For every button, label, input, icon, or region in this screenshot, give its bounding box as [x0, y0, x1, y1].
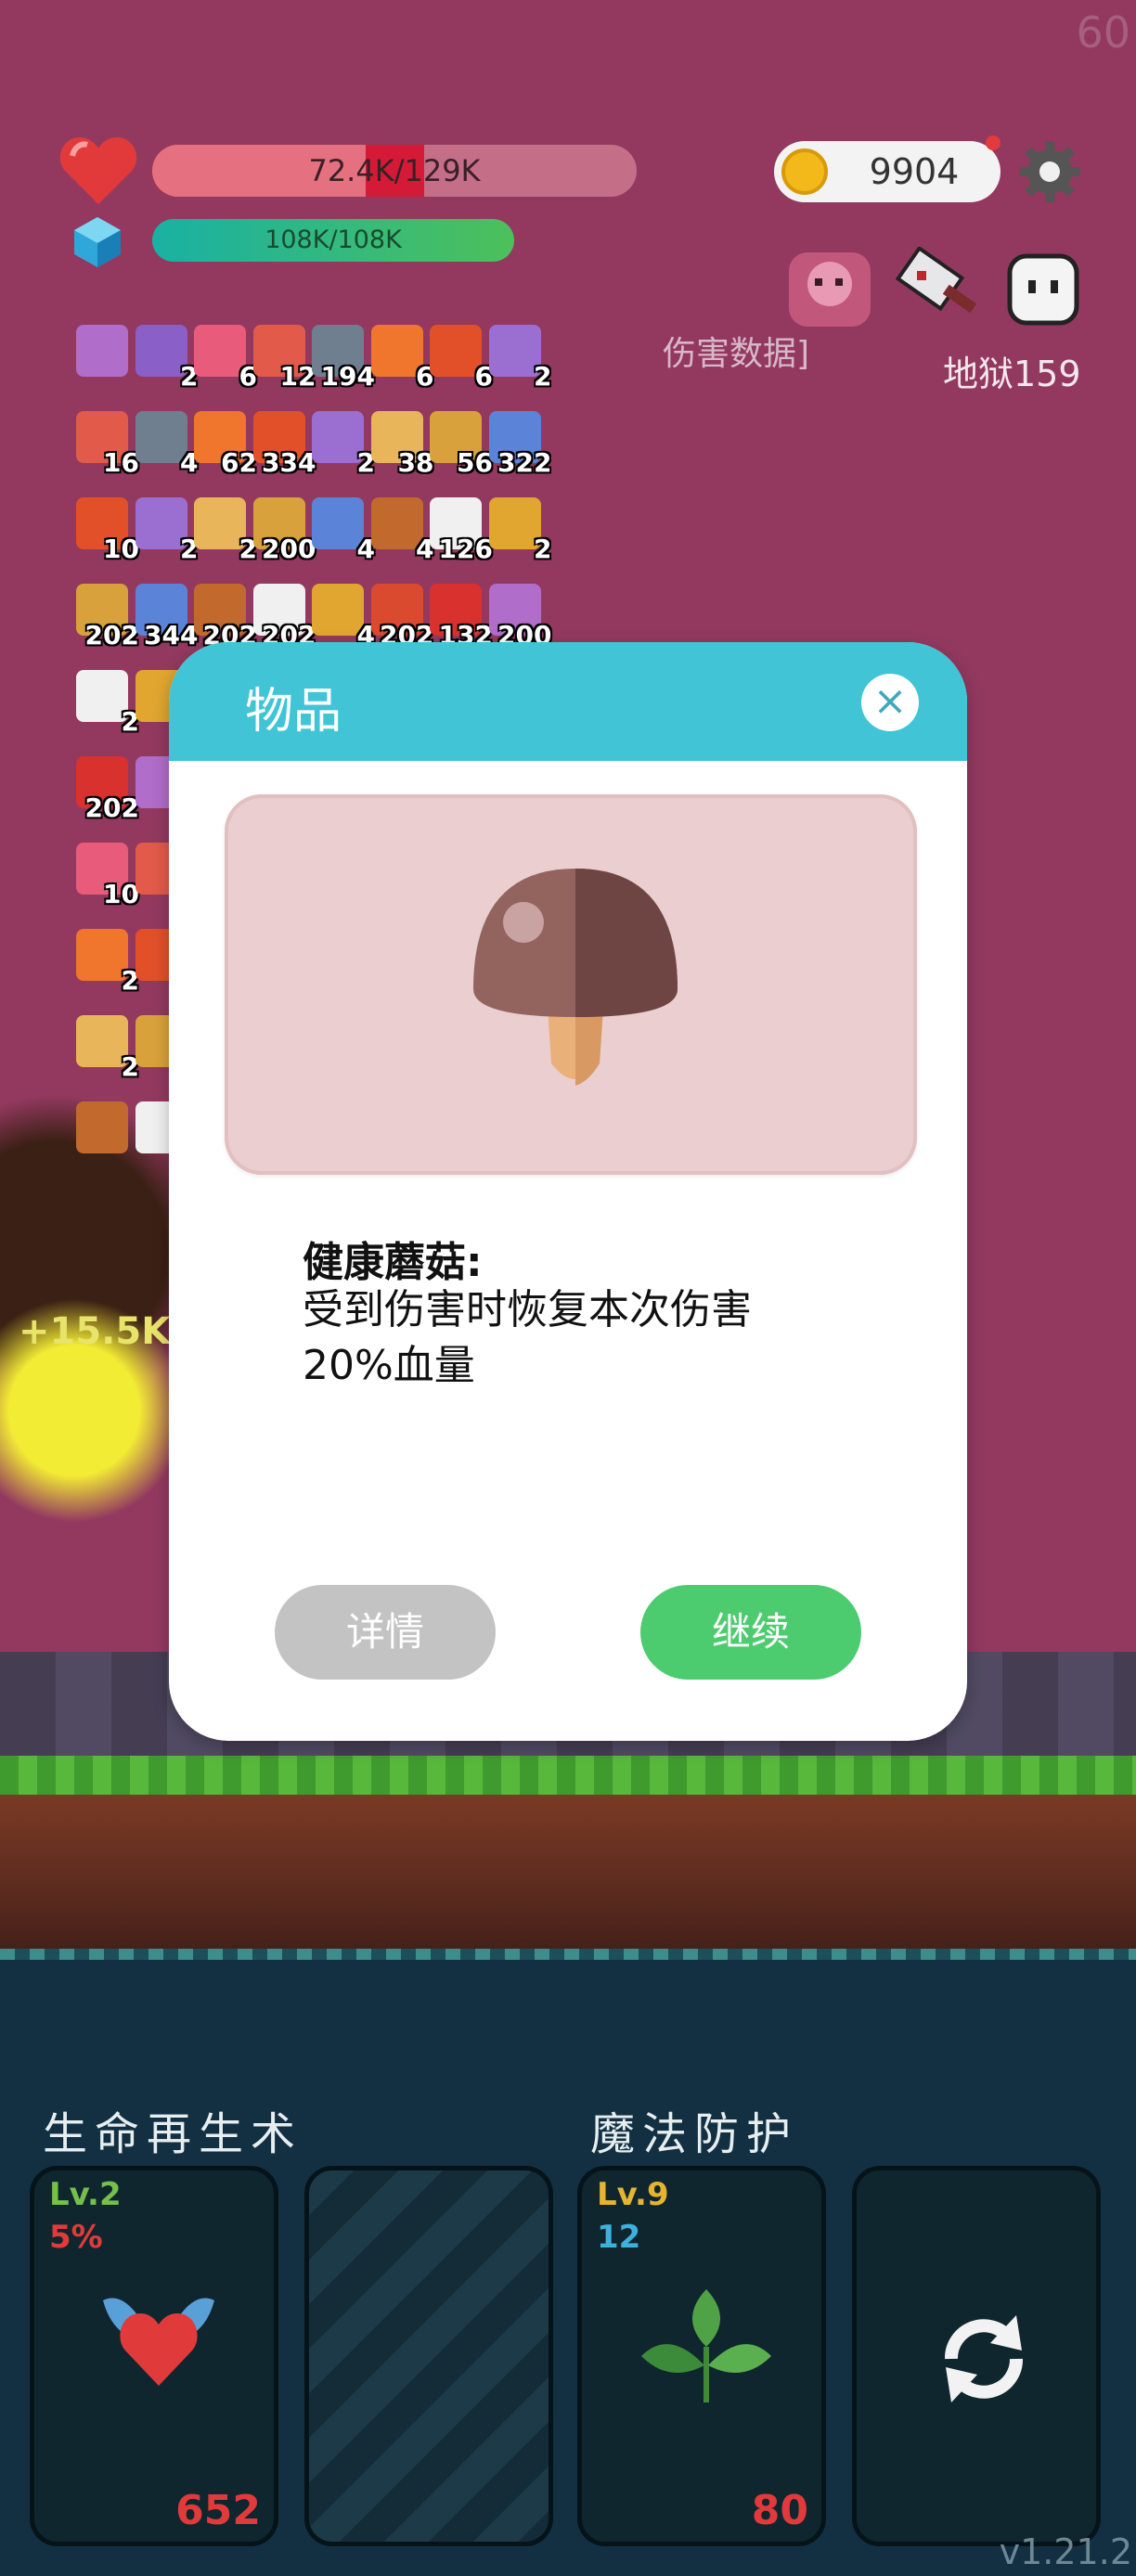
ghost-icon	[1007, 253, 1079, 326]
inventory-slot[interactable]: 6	[190, 321, 257, 392]
grass-strip	[0, 1756, 1136, 1795]
inventory-slot[interactable]: 2	[485, 494, 552, 564]
purple-monster-icon	[76, 1101, 128, 1153]
inventory-slot[interactable]: 194	[308, 321, 375, 392]
inventory-slot[interactable]: 10	[72, 839, 139, 909]
item-count: 2	[534, 534, 552, 564]
mana-bar: 108K/108K	[152, 219, 514, 262]
inventory-slot[interactable]	[72, 1098, 134, 1159]
version-label: v1.21.2	[999, 2531, 1132, 2572]
inventory-slot[interactable]: 202	[190, 580, 257, 650]
inventory-slot[interactable]: 16	[72, 407, 139, 478]
mana-text: 108K/108K	[265, 225, 402, 254]
continue-button[interactable]: 继续	[640, 1585, 861, 1680]
skill-stat: 12	[597, 2219, 641, 2256]
inventory-slot[interactable]: 4	[308, 580, 375, 650]
skill-title-left: 生命再生术	[43, 2108, 303, 2160]
inventory-slot[interactable]: 38	[368, 407, 434, 478]
inventory-slot[interactable]: 2	[72, 666, 139, 737]
close-icon[interactable]: ×	[861, 674, 919, 731]
item-dialog: 物品 × 健康蘑菇: 受到伤害时恢复本次伤害 20%血量 详情 继续	[169, 642, 967, 1741]
skill-slot-regen[interactable]: Lv.2 5% 652	[30, 2166, 278, 2546]
inventory-slot[interactable]: 2	[132, 494, 199, 564]
scroll-purple-icon	[76, 325, 128, 377]
item-preview-card	[225, 794, 917, 1175]
inventory-slot[interactable]: 202	[368, 580, 434, 650]
skill-level: Lv.9	[597, 2176, 669, 2213]
floating-heal-text: +15.5K	[19, 1310, 171, 1353]
inventory-slot[interactable]: 344	[132, 580, 199, 650]
inventory-slot[interactable]: 2	[72, 1011, 139, 1082]
ghost-girl-icon	[789, 252, 871, 327]
inventory-slot[interactable]: 4	[368, 494, 434, 564]
inventory-slot[interactable]: 12	[250, 321, 316, 392]
inventory-grid: 2 6 12 194 6 6 2 16 4 62 334 2 38 56 322 10 2 2 200 4 4 126 2 2…	[0, 0, 552, 1153]
skill-slot-magic-guard[interactable]: Lv.9 12 80	[577, 2166, 826, 2546]
inventory-slot[interactable]: 6	[368, 321, 434, 392]
hp-text: 72.4K/129K	[308, 153, 481, 188]
inventory-slot[interactable]: 334	[250, 407, 316, 478]
inventory-slot[interactable]: 10	[72, 494, 139, 564]
skill-slot-refresh[interactable]	[852, 2166, 1101, 2546]
inventory-slot[interactable]	[72, 321, 134, 382]
item-description-line: 受到伤害时恢复本次伤害	[303, 1286, 752, 1333]
inventory-slot[interactable]: 56	[426, 407, 493, 478]
skill-slot-empty[interactable]	[304, 2166, 553, 2546]
mana-gem-icon	[74, 217, 121, 267]
inventory-slot[interactable]: 322	[485, 407, 552, 478]
inventory-slot[interactable]: 202	[72, 580, 139, 650]
inventory-slot[interactable]: 4	[308, 494, 375, 564]
hp-bar: 72.4K/129K	[152, 145, 637, 197]
inventory-slot[interactable]: 62	[190, 407, 257, 478]
enemy-icons	[789, 247, 1079, 327]
inventory-slot[interactable]: 126	[426, 494, 493, 564]
heart-icon	[59, 137, 137, 204]
cleaver-icon	[895, 247, 977, 314]
inventory-slot[interactable]: 2	[485, 321, 552, 392]
item-description-line: 20%血量	[303, 1342, 475, 1389]
details-button[interactable]: 详情	[275, 1585, 496, 1680]
inventory-slot[interactable]: 2	[190, 494, 257, 564]
inventory-slot[interactable]: 6	[426, 321, 493, 392]
item-count: 322	[497, 447, 552, 478]
winged-heart-icon	[103, 2298, 214, 2386]
fps-counter: 60	[1076, 7, 1130, 58]
skill-value: 80	[751, 2487, 808, 2534]
leaf-sprout-icon	[641, 2289, 771, 2402]
inventory-slot[interactable]: 2	[72, 925, 139, 996]
damage-data-link[interactable]: 伤害数据]	[663, 327, 809, 375]
item-description: 受到伤害时恢复本次伤害 20%血量	[303, 1282, 878, 1394]
inventory-slot[interactable]: 132	[426, 580, 493, 650]
water-edge	[0, 1949, 1136, 1960]
skill-percent: 5%	[49, 2219, 103, 2256]
skill-value: 652	[175, 2487, 261, 2534]
inventory-slot[interactable]: 202	[72, 753, 139, 823]
stage-label: 地狱159	[943, 354, 1081, 394]
notification-dot	[986, 135, 1000, 150]
item-count: 2	[534, 361, 552, 392]
inventory-slot[interactable]: 2	[308, 407, 375, 478]
mushroom-icon	[473, 869, 678, 1086]
inventory-slot[interactable]: 2	[132, 321, 199, 392]
coin-value: 9904	[869, 151, 960, 192]
skill-title-right: 魔法防护	[590, 2108, 799, 2160]
coin-icon	[781, 148, 828, 195]
gear-icon[interactable]	[1017, 139, 1082, 204]
inventory-slot[interactable]: 202	[250, 580, 316, 650]
inventory-slot[interactable]: 200	[485, 580, 552, 650]
skill-level: Lv.2	[49, 2176, 122, 2213]
refresh-icon	[944, 2315, 1024, 2402]
item-name: 健康蘑菇:	[303, 1239, 483, 1286]
dirt-ground	[0, 1795, 1136, 1952]
inventory-slot[interactable]: 200	[250, 494, 316, 564]
dialog-title: 物品	[245, 684, 342, 740]
inventory-slot[interactable]: 4	[132, 407, 199, 478]
